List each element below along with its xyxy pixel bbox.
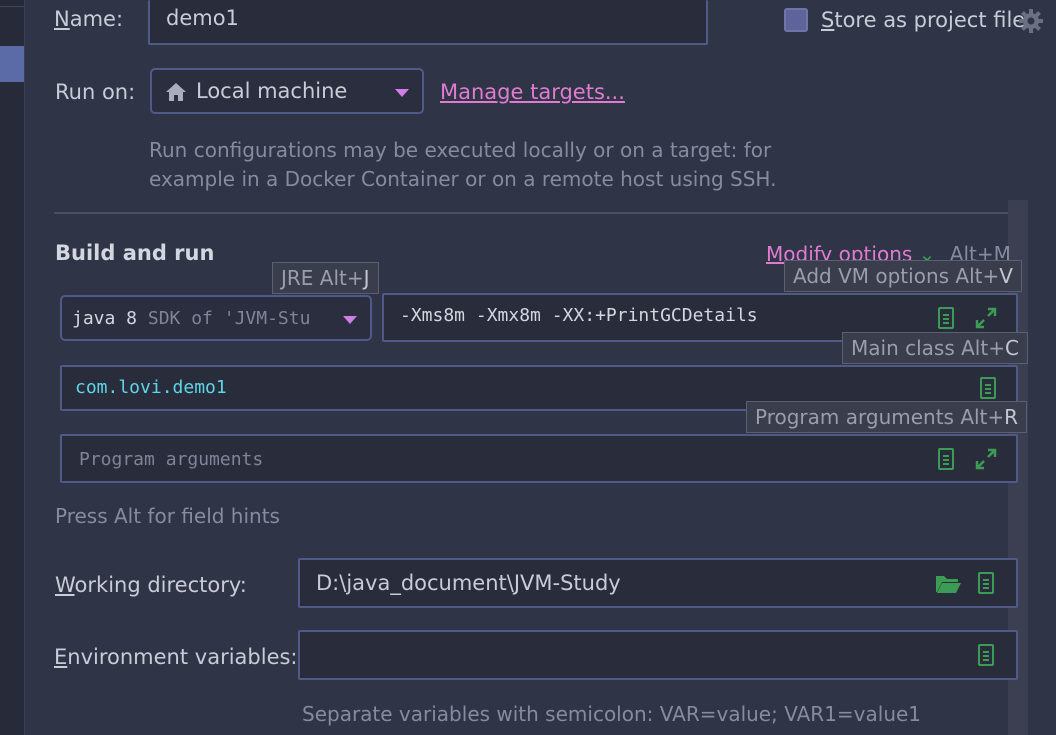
main-class-tooltip: Main class Alt+C [842, 332, 1028, 364]
document-icon[interactable] [978, 572, 994, 594]
folder-icon[interactable] [934, 573, 962, 595]
expand-icon[interactable] [974, 447, 998, 471]
program-arguments-placeholder: Program arguments [79, 449, 264, 470]
run-on-description-1: Run configurations may be executed local… [149, 138, 772, 162]
manage-targets-link[interactable]: Manage targets... [440, 80, 625, 104]
working-directory-field[interactable]: D:\java_document\JVM-Study [298, 558, 1018, 608]
gear-icon[interactable] [1018, 8, 1044, 34]
program-arguments-tooltip: Program arguments Alt+R [746, 401, 1028, 433]
main-class-value: com.lovi.demo1 [75, 377, 227, 398]
store-label[interactable]: Store as project file [821, 8, 1025, 32]
document-icon[interactable] [978, 644, 994, 666]
program-arguments-field[interactable]: Program arguments [60, 434, 1018, 483]
section-separator [54, 212, 1022, 214]
chevron-down-icon [395, 89, 409, 97]
expand-icon[interactable] [974, 306, 998, 330]
run-on-description-2: example in a Docker Container or on a re… [149, 167, 777, 191]
environment-variables-field[interactable] [298, 630, 1018, 680]
name-field[interactable]: demo1 [148, 0, 708, 45]
run-on-select[interactable]: Local machine [150, 68, 424, 114]
home-icon [166, 83, 186, 101]
jre-tooltip: JRE Alt+J [272, 262, 379, 294]
vm-options-value: -Xms8m -Xmx8m -XX:+PrintGCDetails [400, 305, 758, 326]
store-checkbox[interactable] [784, 8, 808, 32]
run-on-label: Run on: [55, 80, 136, 104]
environment-variables-label: Environment variables: [54, 645, 298, 669]
run-on-value: Local machine [196, 79, 348, 103]
divider [0, 6, 24, 7]
document-icon[interactable] [938, 307, 954, 329]
vm-options-tooltip: Add VM options Alt+V [784, 260, 1022, 292]
name-label: Name: [54, 7, 124, 31]
press-alt-hint: Press Alt for field hints [55, 504, 280, 528]
name-value: demo1 [166, 6, 239, 30]
config-list-strip [0, 0, 25, 735]
environment-variables-hint: Separate variables with semicolon: VAR=v… [302, 702, 922, 726]
document-icon[interactable] [938, 448, 954, 470]
build-and-run-title: Build and run [55, 241, 215, 265]
working-directory-value: D:\java_document\JVM-Study [316, 571, 621, 595]
selected-config-marker[interactable] [0, 46, 24, 82]
working-directory-label: Working directory: [55, 573, 247, 597]
document-icon[interactable] [980, 377, 996, 399]
jre-select[interactable]: java 8 SDK of 'JVM-Stu [60, 295, 372, 341]
chevron-down-icon [343, 316, 357, 324]
jre-value: java 8 SDK of 'JVM-Stu [72, 308, 311, 329]
